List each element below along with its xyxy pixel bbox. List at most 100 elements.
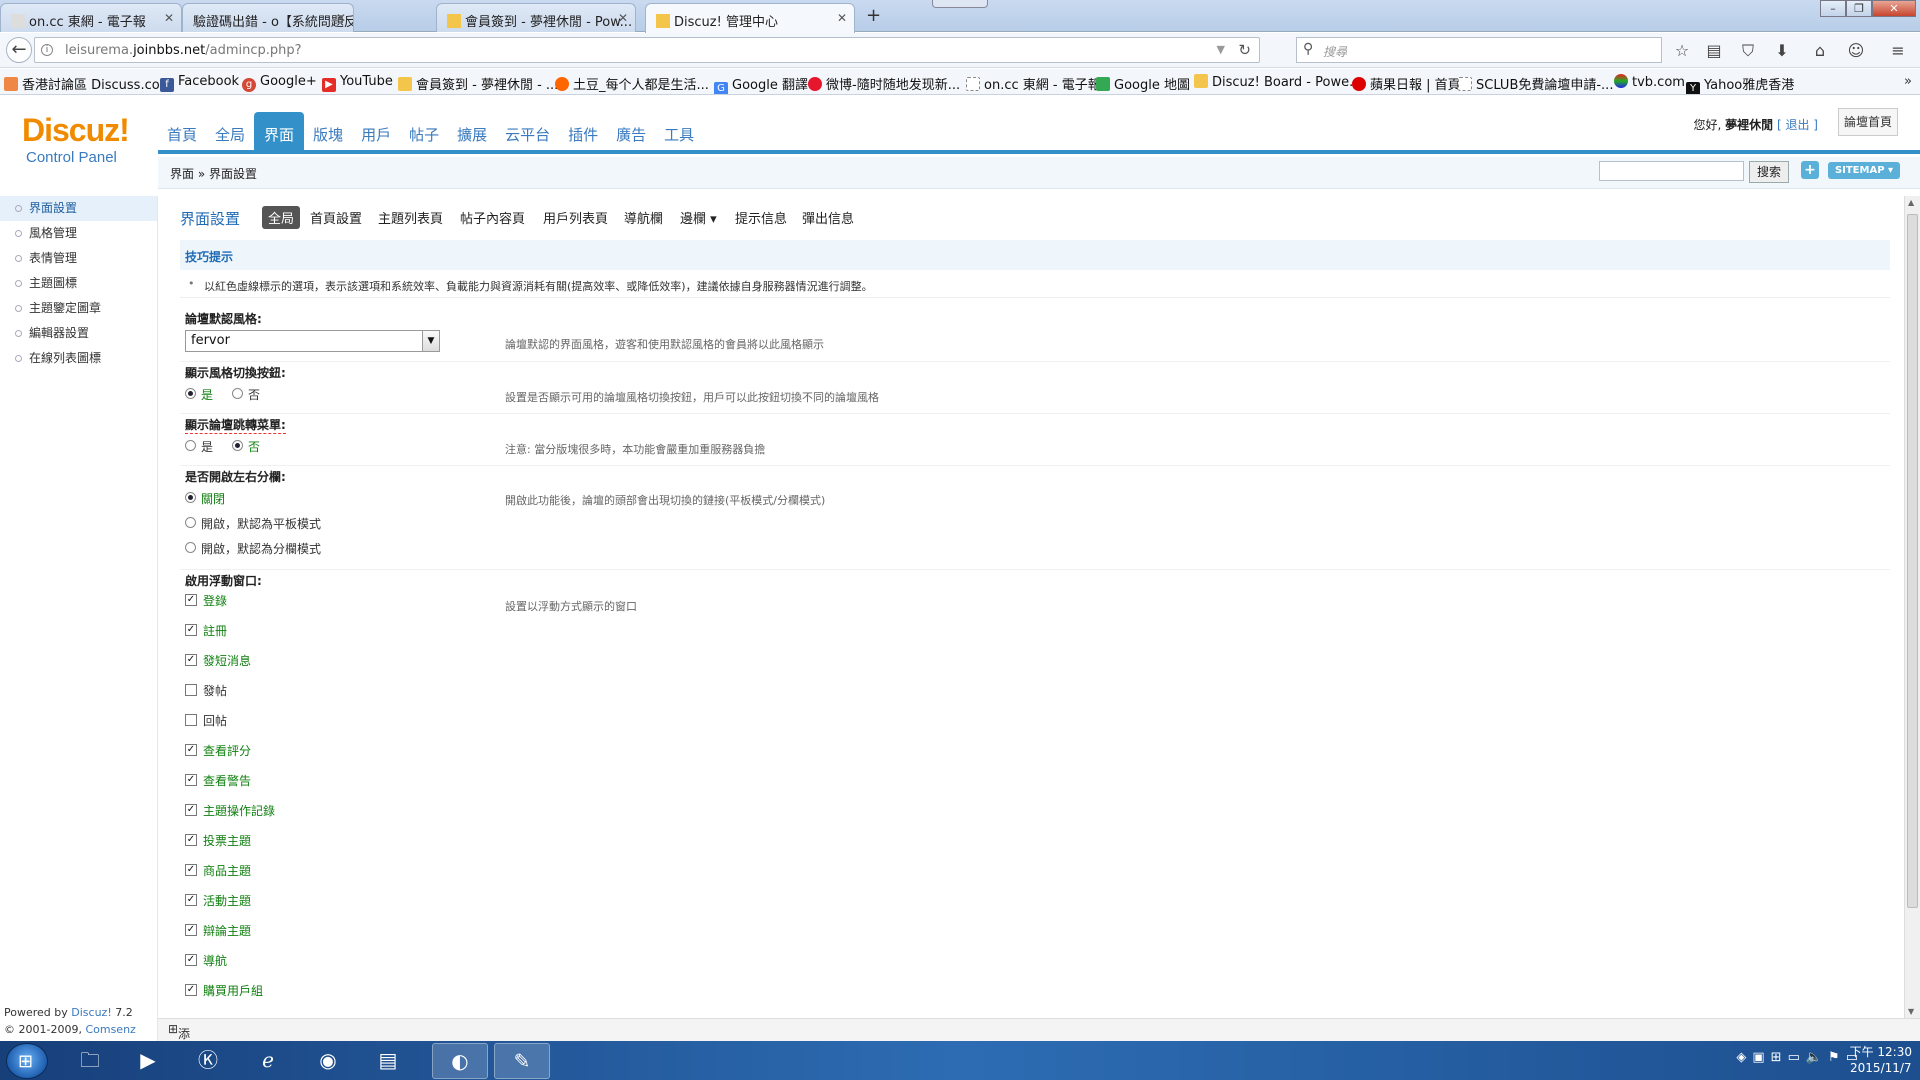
nav-forums[interactable]: 版塊 <box>304 112 352 152</box>
float-window-checkbox[interactable]: ✓ <box>185 624 197 636</box>
chrome-icon[interactable]: ◉ <box>300 1043 356 1079</box>
bookmark-item[interactable]: ▶ YouTube <box>322 74 393 92</box>
bookmark-item[interactable]: f Facebook <box>160 74 239 92</box>
site-info-icon[interactable]: i <box>41 44 53 56</box>
add-to-taskbar-link[interactable]: ⊞ 添加到任務欄 <box>168 1022 190 1080</box>
jump-menu-no-radio[interactable] <box>232 440 243 451</box>
nav-plugins[interactable]: 插件 <box>559 112 607 152</box>
start-button[interactable]: ⊞ <box>6 1043 48 1079</box>
bookmarks-overflow-icon[interactable]: » <box>1904 74 1912 89</box>
nav-extensions[interactable]: 擴展 <box>448 112 496 152</box>
restore-icon[interactable]: ❐ <box>1846 0 1872 17</box>
float-window-checkbox[interactable]: ✓ <box>185 654 197 666</box>
float-window-checkbox[interactable]: ✓ <box>185 774 197 786</box>
float-window-checkbox[interactable]: ✓ <box>185 954 197 966</box>
bookmark-star-icon[interactable]: ☆ <box>1672 41 1692 60</box>
bookmark-item[interactable]: 微博-隨时随地发现新... <box>808 74 960 93</box>
sidebar-item-styles[interactable]: 風格管理 <box>0 221 157 246</box>
browser-tab-2[interactable]: 驗證碼出錯 - o【系統問題反應... ✕ <box>182 3 354 32</box>
columns-off-radio[interactable] <box>185 492 196 503</box>
download-icon[interactable]: ⬇ <box>1772 41 1792 60</box>
taskbar-clock[interactable]: 下午 12:30 2015/11/7 <box>1850 1044 1912 1076</box>
nav-ads[interactable]: 廣告 <box>607 112 655 152</box>
columns-flat-radio[interactable] <box>185 517 196 528</box>
windows-flag-icon[interactable]: ⊞ <box>1771 1050 1788 1065</box>
sidebar-item-interface-settings[interactable]: 界面設置 <box>0 196 157 221</box>
sidebar-item-editor[interactable]: 編輯器設置 <box>0 321 157 346</box>
tray-app-icon[interactable]: ▣ <box>1752 1050 1770 1065</box>
nav-global[interactable]: 全局 <box>206 112 254 152</box>
bookmark-item[interactable]: Y Yahoo雅虎香港 <box>1686 74 1794 94</box>
sitemap-button[interactable]: SITEMAP ▾ <box>1828 162 1900 179</box>
scroll-down-icon[interactable]: ▼ <box>1908 1007 1914 1016</box>
tab-sidebar[interactable]: 邊欄 ▾ <box>680 208 717 227</box>
tab-navbar[interactable]: 導航欄 <box>624 208 663 227</box>
columns-split-radio[interactable] <box>185 542 196 553</box>
file-explorer-icon[interactable]: 🗀 <box>62 1043 118 1079</box>
scrollbar-thumb[interactable] <box>1907 214 1918 908</box>
bookmark-item[interactable]: G Google 翻譯 <box>714 74 808 94</box>
float-window-checkbox[interactable]: ✓ <box>185 804 197 816</box>
menu-icon[interactable]: ≡ <box>1888 41 1908 60</box>
close-icon[interactable]: ✕ <box>164 11 174 25</box>
tab-post-view[interactable]: 帖子內容頁 <box>460 208 525 227</box>
tab-home-settings[interactable]: 首頁設置 <box>310 208 362 227</box>
sidebar-item-stamps[interactable]: 主題鑒定圖章 <box>0 296 157 321</box>
close-icon[interactable]: ✕ <box>618 11 628 25</box>
nav-posts[interactable]: 帖子 <box>400 112 448 152</box>
back-arrow-icon[interactable]: ← <box>6 37 32 63</box>
nav-home[interactable]: 首頁 <box>158 112 206 152</box>
float-window-checkbox[interactable]: ✓ <box>185 984 197 996</box>
tab-member-list[interactable]: 用戶列表頁 <box>543 208 608 227</box>
media-player-icon[interactable]: ▶ <box>120 1043 176 1079</box>
admin-search-input[interactable] <box>1599 161 1744 181</box>
bookmark-item[interactable]: 土豆_每个人都是生活... <box>555 74 709 93</box>
float-window-checkbox[interactable]: ✓ <box>185 744 197 756</box>
style-switch-no-radio[interactable] <box>232 388 243 399</box>
float-window-checkbox[interactable] <box>185 714 197 726</box>
bookmark-item[interactable]: g Google+ <box>242 74 317 92</box>
nav-cloud[interactable]: 云平台 <box>496 112 559 152</box>
browser-tab-1[interactable]: on.cc 東網 - 電子報 ✕ <box>0 3 182 32</box>
float-window-checkbox[interactable]: ✓ <box>185 594 197 606</box>
scroll-up-icon[interactable]: ▲ <box>1908 198 1914 207</box>
bookmark-item[interactable]: 蘋果日報 | 首頁 <box>1352 74 1461 93</box>
internet-explorer-icon[interactable]: ℯ <box>240 1043 296 1079</box>
bookmark-item[interactable]: Google 地圖 <box>1096 74 1190 93</box>
float-window-checkbox[interactable]: ✓ <box>185 864 197 876</box>
network-status-icon[interactable]: ◈ <box>1736 1050 1752 1065</box>
new-tab-icon[interactable]: + <box>866 5 881 26</box>
paint-icon[interactable]: ✎ <box>494 1043 550 1079</box>
close-icon[interactable]: ✕ <box>837 11 847 25</box>
add-shortcut-icon[interactable]: + <box>1801 161 1819 179</box>
bookmark-item[interactable]: tvb.com <box>1614 74 1685 90</box>
url-dropdown-icon[interactable]: ▼ <box>1217 43 1225 56</box>
float-window-checkbox[interactable]: ✓ <box>185 894 197 906</box>
tab-popups[interactable]: 彈出信息 <box>802 208 854 227</box>
tab-global[interactable]: 全局 <box>262 206 301 229</box>
default-style-select[interactable]: fervor ▼ <box>185 330 440 352</box>
chat-icon[interactable]: ☺ <box>1846 41 1866 60</box>
float-window-checkbox[interactable]: ✓ <box>185 924 197 936</box>
bookmark-item[interactable]: SCLUB免費論壇申請-... <box>1458 74 1613 93</box>
url-bar[interactable]: i leisurema.joinbbs.net/admincp.php? ▼ ↻ <box>34 37 1260 63</box>
sidebar-item-online-icons[interactable]: 在線列表圖標 <box>0 346 157 371</box>
discuz-logo[interactable]: Discuz! Control Panel <box>22 112 130 166</box>
reading-list-icon[interactable]: ▤ <box>1704 41 1724 60</box>
nav-tools[interactable]: 工具 <box>655 112 703 152</box>
home-icon[interactable]: ⌂ <box>1810 41 1830 60</box>
sidebar-item-thread-icons[interactable]: 主題圖標 <box>0 271 157 296</box>
style-switch-yes-radio[interactable] <box>185 388 196 399</box>
pocket-icon[interactable]: ⛉ <box>1738 41 1758 61</box>
float-window-checkbox[interactable] <box>185 684 197 696</box>
window-close-icon[interactable]: ✕ <box>1872 0 1916 17</box>
bookmark-item[interactable]: on.cc 東網 - 電子報 <box>966 74 1101 93</box>
jump-menu-yes-radio[interactable] <box>185 440 196 451</box>
sidebar-item-smilies[interactable]: 表情管理 <box>0 246 157 271</box>
nav-interface[interactable]: 界面 <box>254 112 305 152</box>
bookmark-item[interactable]: 會員簽到 - 夢裡休閒 - ... <box>398 74 558 93</box>
nav-users[interactable]: 用戶 <box>352 112 400 152</box>
admin-search-button[interactable]: 搜索 <box>1749 161 1789 183</box>
close-icon[interactable]: ✕ <box>336 11 346 25</box>
kmplayer-icon[interactable]: Ⓚ <box>180 1043 236 1079</box>
